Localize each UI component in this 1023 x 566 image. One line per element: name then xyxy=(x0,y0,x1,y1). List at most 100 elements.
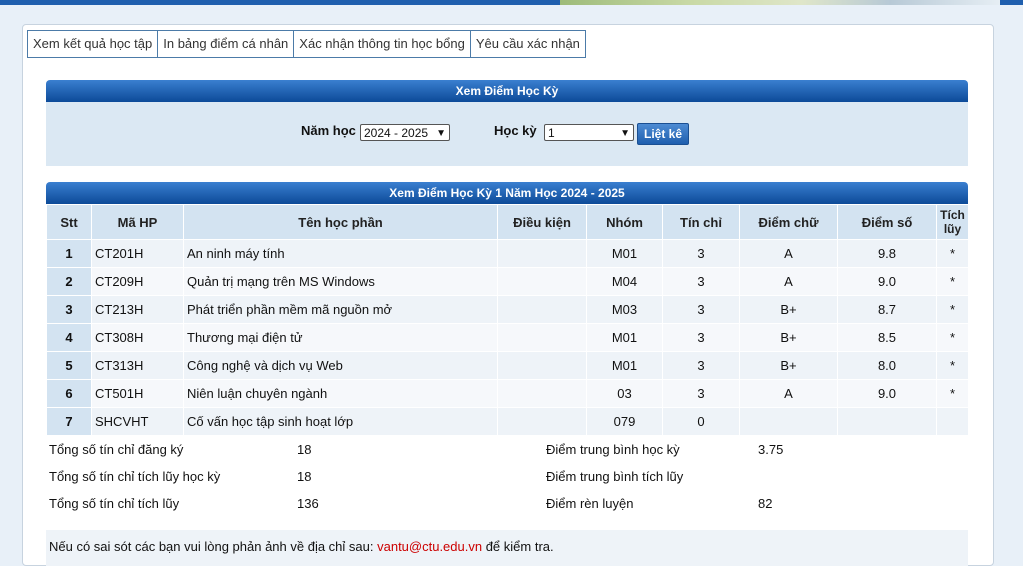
registered-credits-label: Tổng số tín chỉ đăng ký xyxy=(49,442,184,457)
feedback-text: Nếu có sai sót các bạn vui lòng phản ảnh… xyxy=(49,539,554,554)
semester-label: Học kỳ xyxy=(494,123,537,138)
cell-score: 8.5 xyxy=(837,323,937,352)
cell-score: 8.0 xyxy=(837,351,937,380)
cell-score: 9.0 xyxy=(837,267,937,296)
cell-group: M01 xyxy=(586,351,663,380)
semester-gpa-value: 3.75 xyxy=(758,442,784,457)
cell-course-name: Cố vấn học tập sinh hoạt lớp xyxy=(183,407,498,436)
feedback-email-link[interactable]: vantu@ctu.edu.vn xyxy=(377,539,482,554)
cell-course-code: CT201H xyxy=(91,239,184,268)
feedback-note: Nếu có sai sót các bạn vui lòng phản ảnh… xyxy=(46,530,968,566)
cell-letter-grade: A xyxy=(739,267,838,296)
cell-accumulated xyxy=(936,407,969,436)
year-label: Năm học xyxy=(301,123,356,138)
tab-confirm-request[interactable]: Yêu cầu xác nhận xyxy=(469,30,586,58)
cell-condition xyxy=(497,267,587,296)
semester-select[interactable]: 1 ▼ xyxy=(544,124,634,141)
cell-score: 9.0 xyxy=(837,379,937,408)
grades-table: Stt Mã HP Tên học phần Điều kiện Nhóm Tí… xyxy=(46,204,969,436)
cell-course-code: CT209H xyxy=(91,267,184,296)
cell-credits: 3 xyxy=(662,239,740,268)
cell-letter-grade: B+ xyxy=(739,295,838,324)
cell-letter-grade: B+ xyxy=(739,351,838,380)
tab-scholarship-confirm[interactable]: Xác nhận thông tin học bổng xyxy=(293,30,471,58)
cell-group: M01 xyxy=(586,239,663,268)
table-row: 7 SHCVHT Cố vấn học tập sinh hoạt lớp 079 0 xyxy=(46,407,969,436)
col-credits: Tín chỉ xyxy=(662,204,740,240)
cell-credits: 0 xyxy=(662,407,740,436)
list-button[interactable]: Liệt kê xyxy=(637,123,690,145)
semester-accumulated-label: Tổng số tín chỉ tích lũy học kỳ xyxy=(49,469,221,484)
cell-accumulated: * xyxy=(936,323,969,352)
cell-stt: 4 xyxy=(46,323,92,352)
table-row: 6 CT501H Niên luận chuyên ngành 03 3 A 9.0 * xyxy=(46,379,969,408)
content-panel: Xem kết quả học tập In bảng điểm cá nhân… xyxy=(22,24,994,566)
cell-accumulated: * xyxy=(936,379,969,408)
chevron-down-icon: ▼ xyxy=(436,128,446,139)
total-accumulated-value: 136 xyxy=(297,496,319,511)
feedback-prefix: Nếu có sai sót các bạn vui lòng phản ảnh… xyxy=(49,539,378,554)
semester-filter-box: Xem Điểm Học Kỳ Năm học 2024 - 2025 ▼ Họ… xyxy=(46,80,968,166)
cell-letter-grade: A xyxy=(739,379,838,408)
cell-course-name: Quản trị mạng trên MS Windows xyxy=(183,267,498,296)
col-group: Nhóm xyxy=(586,204,663,240)
cell-stt: 6 xyxy=(46,379,92,408)
grades-title: Xem Điểm Học Kỳ 1 Năm Học 2024 - 2025 xyxy=(46,182,968,204)
semester-gpa-label: Điểm trung bình học kỳ xyxy=(546,442,680,457)
tab-bar: Xem kết quả học tập In bảng điểm cá nhân… xyxy=(27,30,586,58)
cell-credits: 3 xyxy=(662,379,740,408)
cell-condition xyxy=(497,379,587,408)
cell-credits: 3 xyxy=(662,295,740,324)
cell-score: 9.8 xyxy=(837,239,937,268)
cell-score xyxy=(837,407,937,436)
year-select-value: 2024 - 2025 xyxy=(364,126,429,140)
registered-credits-value: 18 xyxy=(297,442,312,457)
cell-accumulated: * xyxy=(936,267,969,296)
table-row: 3 CT213H Phát triển phần mềm mã nguồn mở M0… xyxy=(46,295,969,324)
conduct-score-value: 82 xyxy=(758,496,773,511)
cell-course-name: Phát triển phần mềm mã nguồn mở xyxy=(183,295,498,324)
tab-print-transcript[interactable]: In bảng điểm cá nhân xyxy=(157,30,295,58)
cell-accumulated: * xyxy=(936,351,969,380)
cell-condition xyxy=(497,239,587,268)
summary-section: Tổng số tín chỉ đăng ký 18 Điểm trung bì… xyxy=(46,438,968,528)
cell-stt: 2 xyxy=(46,267,92,296)
col-course-name: Tên học phần xyxy=(183,204,498,240)
filter-title: Xem Điểm Học Kỳ xyxy=(46,80,968,102)
cell-course-name: An ninh máy tính xyxy=(183,239,498,268)
cell-course-name: Công nghệ và dịch vụ Web xyxy=(183,351,498,380)
cell-group: 03 xyxy=(586,379,663,408)
tab-view-results[interactable]: Xem kết quả học tập xyxy=(27,30,159,58)
cell-course-code: SHCVHT xyxy=(91,407,184,436)
conduct-score-label: Điểm rèn luyện xyxy=(546,496,634,511)
total-accumulated-label: Tổng số tín chỉ tích lũy xyxy=(49,496,180,511)
table-row: 2 CT209H Quản trị mạng trên MS Windows M04 3… xyxy=(46,267,969,296)
cell-score: 8.7 xyxy=(837,295,937,324)
cell-credits: 3 xyxy=(662,267,740,296)
col-score: Điểm số xyxy=(837,204,937,240)
grades-box: Xem Điểm Học Kỳ 1 Năm Học 2024 - 2025 St… xyxy=(46,182,969,436)
cell-condition xyxy=(497,351,587,380)
cell-letter-grade: A xyxy=(739,239,838,268)
cell-credits: 3 xyxy=(662,351,740,380)
cell-course-code: CT213H xyxy=(91,295,184,324)
col-stt: Stt xyxy=(46,204,92,240)
cell-letter-grade xyxy=(739,407,838,436)
cell-letter-grade: B+ xyxy=(739,323,838,352)
cell-group: M03 xyxy=(586,295,663,324)
col-course-code: Mã HP xyxy=(91,204,184,240)
semester-accumulated-value: 18 xyxy=(297,469,312,484)
cell-stt: 1 xyxy=(46,239,92,268)
accumulated-gpa-label: Điểm trung bình tích lũy xyxy=(546,469,684,484)
cell-condition xyxy=(497,295,587,324)
year-select[interactable]: 2024 - 2025 ▼ xyxy=(360,124,450,141)
cell-group: M04 xyxy=(586,267,663,296)
feedback-suffix: để kiểm tra. xyxy=(482,539,554,554)
chevron-down-icon: ▼ xyxy=(620,128,630,139)
cell-credits: 3 xyxy=(662,323,740,352)
cell-group: 079 xyxy=(586,407,663,436)
cell-stt: 3 xyxy=(46,295,92,324)
cell-accumulated: * xyxy=(936,239,969,268)
cell-course-name: Niên luận chuyên ngành xyxy=(183,379,498,408)
col-letter-grade: Điểm chữ xyxy=(739,204,838,240)
